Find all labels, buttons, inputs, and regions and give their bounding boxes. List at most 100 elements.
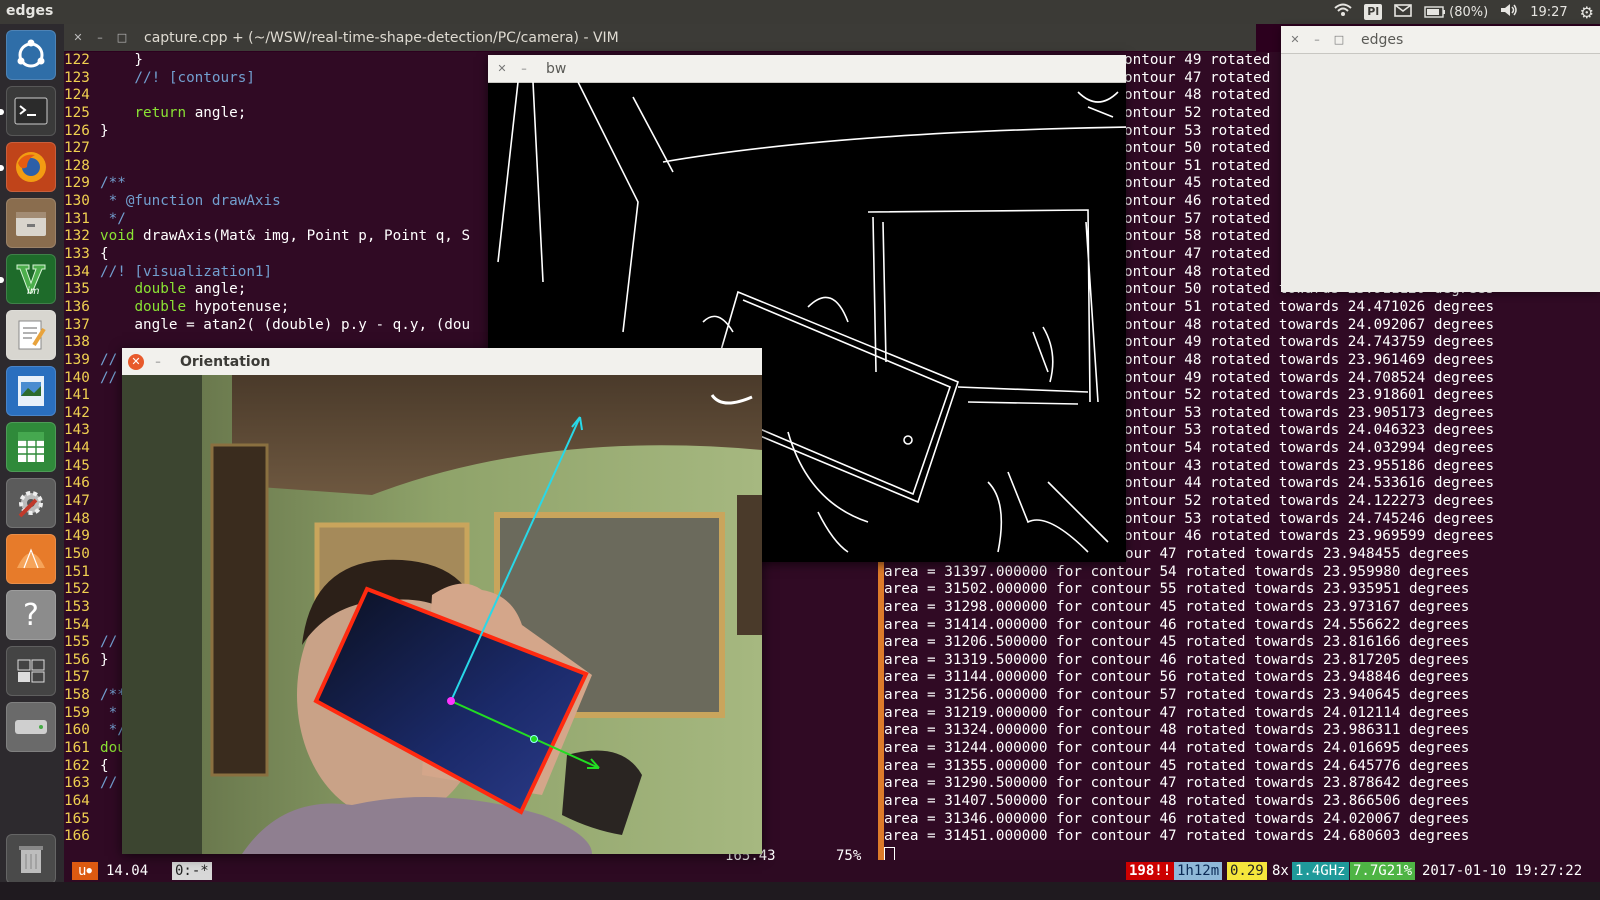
maximize-icon[interactable]: □ [1331,32,1347,48]
vim-window-title: capture.cpp + (~/WSW/real-time-shape-det… [144,29,619,46]
bottom-strip [0,882,1600,900]
launcher: im ? [0,24,65,900]
line-text: // [100,369,118,386]
line-number: 145 [64,457,90,474]
line-text: // [100,351,118,368]
system-settings-icon[interactable] [6,478,56,528]
system-tray: Pl (80%) 19:27 ⚙ [1334,0,1594,24]
line-number: 147 [64,493,90,510]
line-number: 123 [64,69,90,86]
status-datetime: 2017-01-10 19:27:22 [1422,863,1583,879]
line-text: double angle; [134,281,247,298]
mail-icon[interactable] [1394,3,1412,21]
terminal-line: area = 31407.500000 for contour 48 rotat… [884,792,1470,809]
firefox-icon[interactable] [6,142,56,192]
line-text: void drawAxis(Mat& img, Point p, Point q… [100,228,471,245]
active-app-name: edges [6,3,54,19]
close-icon[interactable]: ✕ [494,61,510,77]
top-panel: edges Pl (80%) 19:27 ⚙ [0,0,1600,24]
line-text: // [100,775,118,792]
image-viewer-icon[interactable] [6,366,56,416]
session-indicator[interactable]: u● [72,862,98,880]
terminal-line: area = 31319.500000 for contour 46 rotat… [884,651,1470,668]
close-icon[interactable]: ✕ [70,30,86,46]
line-number: 153 [64,598,90,615]
edges-window: ✕ – □ edges [1281,26,1600,292]
files-icon[interactable] [6,198,56,248]
terminal-line: area = 31290.500000 for contour 47 rotat… [884,775,1470,792]
line-text: // [100,634,118,651]
line-number: 138 [64,334,90,351]
terminal-line: area = 31414.000000 for contour 46 rotat… [884,616,1470,633]
terminal-line: area = 31397.000000 for contour 54 rotat… [884,563,1470,580]
drive-icon[interactable] [6,702,56,752]
minimize-icon[interactable]: – [150,354,166,370]
orientation-titlebar: ✕ – Orientation [122,348,762,376]
line-number: 163 [64,775,90,792]
edges-empty-canvas [1281,54,1600,292]
line-number: 159 [64,704,90,721]
line-number: 125 [64,104,90,121]
alert-count: 198!! [1126,862,1175,880]
bw-titlebar: ✕ – bw [488,55,1126,83]
line-number: 139 [64,351,90,368]
volume-icon[interactable] [1500,3,1518,21]
terminal-line: area = 31502.000000 for contour 55 rotat… [884,581,1470,598]
terminal-line: area = 31451.000000 for contour 47 rotat… [884,828,1470,845]
keyword: return [134,104,187,121]
window-tab[interactable]: 0:-* [172,862,212,880]
terminal-line: area = 31206.500000 for contour 45 rotat… [884,634,1470,651]
keyboard-layout-indicator[interactable]: Pl [1364,4,1383,20]
line-text: double hypotenuse; [134,298,290,315]
axis-midpoint [530,735,538,743]
line-number: 140 [64,369,90,386]
line-number: 162 [64,757,90,774]
line-text: { [100,757,109,774]
line-number: 131 [64,210,90,227]
maximize-icon[interactable]: □ [114,30,130,46]
trash-icon[interactable] [6,834,56,884]
help-icon[interactable]: ? [6,590,56,640]
terminal-icon[interactable] [6,86,56,136]
text-editor-icon[interactable] [6,310,56,360]
line-number: 156 [64,651,90,668]
edges-window-title: edges [1361,31,1404,48]
keyword: void [100,228,135,245]
vim-icon[interactable]: im [6,254,56,304]
line-number: 157 [64,669,90,686]
line-number: 165 [64,810,90,827]
door-frame [122,375,202,854]
line-text: /** [100,175,126,192]
line-number: 160 [64,722,90,739]
terminal-line: area = 31144.000000 for contour 56 rotat… [884,669,1470,686]
tmux-status-bar: u● 14.04 0:-* 198!! 1h12m 0.29 8x 1.4GHz… [64,860,1600,882]
battery-indicator[interactable]: (80%) [1424,5,1488,20]
uptime: 1h12m [1174,862,1223,880]
wifi-icon[interactable] [1334,3,1352,21]
svg-text:im: im [27,286,40,297]
terminal-line: area = 31355.000000 for contour 45 rotat… [884,757,1470,774]
line-number: 150 [64,545,90,562]
line-number: 148 [64,510,90,527]
ubuntu-one-icon[interactable] [6,534,56,584]
line-number: 155 [64,634,90,651]
clock[interactable]: 19:27 [1530,5,1567,20]
load-average: 0.29 [1227,862,1267,880]
workspace-switcher-icon[interactable] [6,646,56,696]
keyword: double [134,281,187,298]
close-icon[interactable]: ✕ [1287,32,1303,48]
minimize-icon[interactable]: – [1309,32,1325,48]
keyword: double [134,298,187,315]
line-text: angle = atan2( (double) p.y - q.y, (dou [100,316,471,333]
pane-divider[interactable] [878,554,884,860]
spreadsheet-icon[interactable] [6,422,56,472]
line-number: 134 [64,263,90,280]
line-text: * @function drawAxis [100,193,281,210]
minimize-icon[interactable]: – [92,30,108,46]
minimize-icon[interactable]: – [516,61,532,77]
ubuntu-dash-icon[interactable] [6,30,56,80]
settings-gear-icon[interactable]: ⚙ [1580,3,1594,22]
line-text: //! [contours] [100,69,255,86]
close-icon[interactable]: ✕ [128,353,144,370]
terminal-line: area = 31219.000000 for contour 47 rotat… [884,704,1470,721]
